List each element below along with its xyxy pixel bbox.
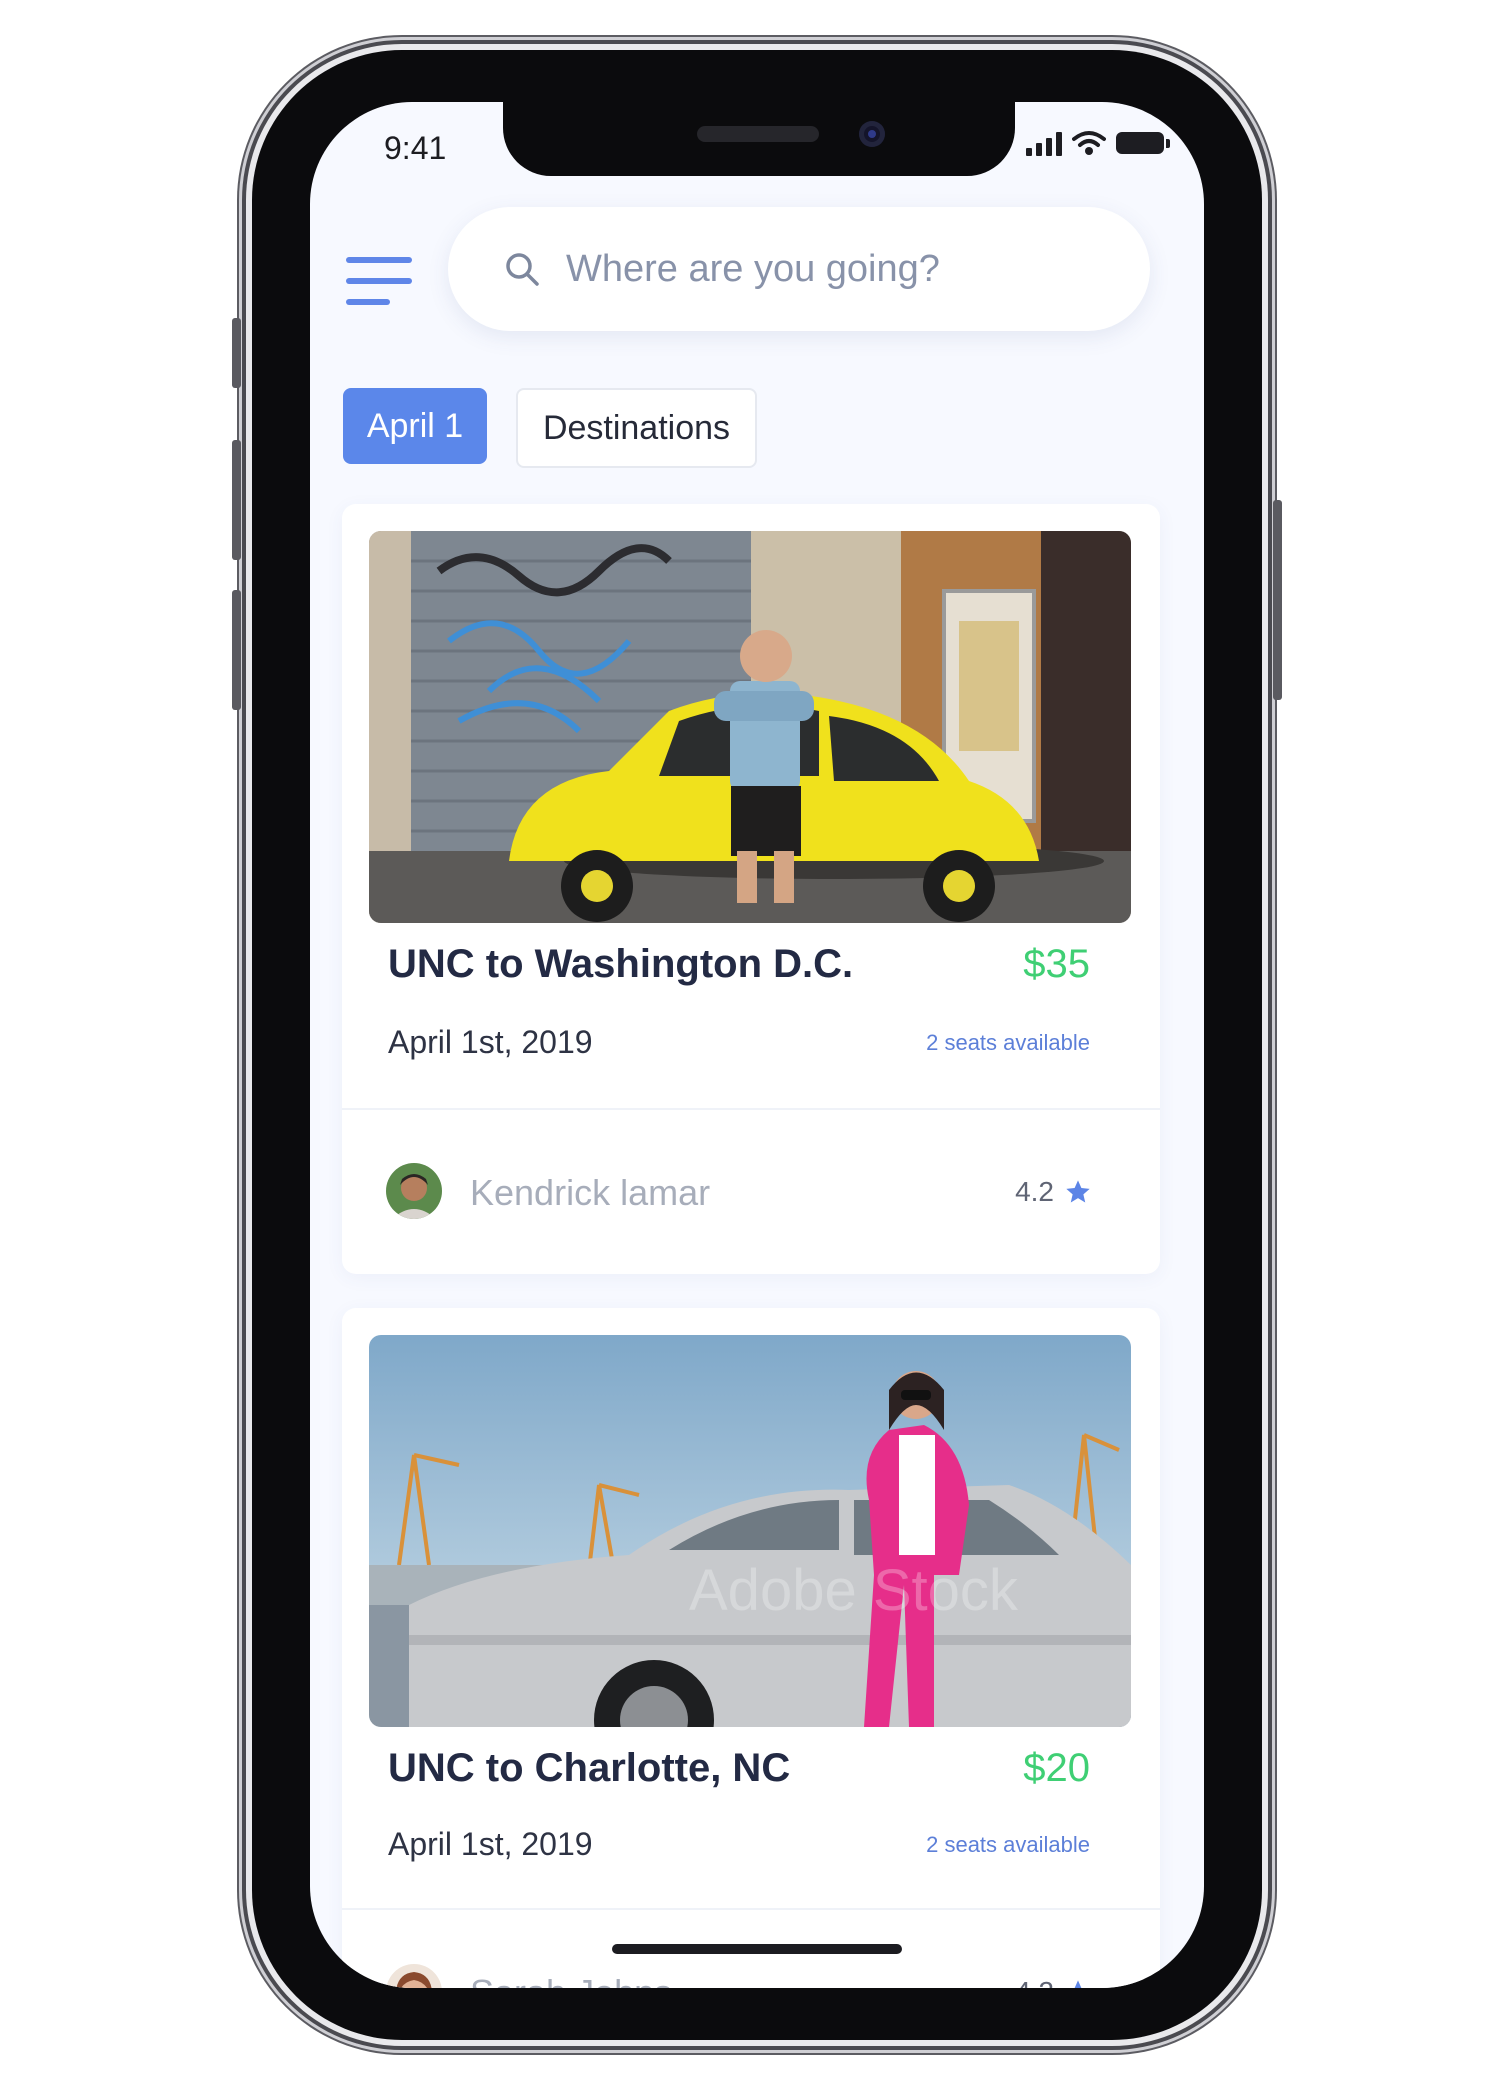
earpiece-speaker (697, 126, 819, 142)
driver-avatar[interactable] (386, 1964, 442, 1988)
notch (503, 102, 1015, 176)
search-placeholder: Where are you going? (566, 247, 940, 290)
svg-text:Adobe Stock: Adobe Stock (689, 1558, 1019, 1623)
seats-available: 2 seats available (926, 1030, 1090, 1055)
ride-date: April 1st, 2019 (388, 1826, 593, 1862)
search-icon (506, 253, 539, 286)
driver-rating: 4.2 (1015, 1176, 1092, 1208)
star-icon (1074, 1980, 1082, 1988)
seats-available: 2 seats available (926, 1832, 1090, 1857)
ride-card[interactable]: UNC to Washington D.C. $35 April 1st, 20… (342, 504, 1160, 1274)
menu-button[interactable] (346, 257, 412, 305)
ride-photo: Adobe Stock (369, 1335, 1131, 1727)
status-time: 9:41 (384, 130, 447, 166)
volume-down-button (232, 590, 241, 710)
ride-card[interactable]: Adobe Stock UNC to Charlotte, NC $20 Apr… (342, 1308, 1160, 1988)
power-button (1273, 500, 1282, 700)
front-camera (859, 121, 885, 147)
card-divider (342, 1108, 1160, 1110)
cellular-signal-icon (1026, 130, 1062, 156)
rating-value: 4.2 (1015, 1976, 1054, 1988)
ride-price: $35 (1023, 942, 1090, 986)
card-divider (342, 1908, 1160, 1910)
star-icon (1066, 1180, 1090, 1203)
battery-icon (1116, 132, 1170, 154)
status-icons (1026, 130, 1170, 156)
search-bar[interactable]: Where are you going? (448, 207, 1150, 331)
ride-photo (369, 531, 1131, 923)
rating-value: 4.2 (1015, 1176, 1054, 1207)
driver-avatar[interactable] (386, 1163, 442, 1219)
phone-frame: 9:41 Where are you going? April 1 Destin… (232, 50, 1282, 2040)
ride-price: $20 (1023, 1746, 1090, 1790)
ride-date: April 1st, 2019 (388, 1024, 593, 1060)
wifi-icon (1072, 131, 1106, 155)
driver-name: Sarah Johns (470, 1972, 672, 1988)
app-screen: 9:41 Where are you going? April 1 Destin… (310, 102, 1204, 1988)
home-indicator[interactable] (612, 1944, 902, 1954)
volume-up-button (232, 440, 241, 560)
driver-name: Kendrick lamar (470, 1172, 711, 1213)
date-filter-chip[interactable]: April 1 (343, 388, 487, 464)
ride-title: UNC to Charlotte, NC (388, 1746, 791, 1790)
destinations-filter-chip[interactable]: Destinations (516, 388, 757, 468)
driver-rating: 4.2 (1015, 1976, 1092, 1988)
mute-switch (232, 318, 241, 388)
ride-title: UNC to Washington D.C. (388, 942, 854, 986)
